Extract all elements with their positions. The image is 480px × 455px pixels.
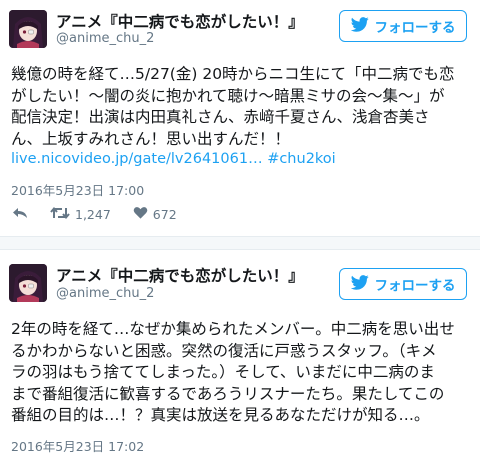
- like-count: 672: [152, 207, 177, 222]
- follow-label: フォローする: [374, 20, 456, 36]
- avatar[interactable]: [9, 10, 47, 48]
- tweet-text: 2年の時を経て…なぜか集められたメンバー。中二病を思い出せ るかわからないと困惑…: [11, 320, 455, 424]
- twitter-bird-icon: [350, 274, 369, 294]
- reply-icon: [12, 206, 28, 223]
- user-handle[interactable]: @anime_chu_2: [56, 286, 154, 301]
- user-handle[interactable]: @anime_chu_2: [56, 31, 154, 46]
- timestamp[interactable]: 2016年5月23日 17:02: [11, 436, 144, 455]
- timestamp[interactable]: 2016年5月23日 17:00: [11, 180, 144, 199]
- tweet-links: live.nicovideo.jp/gate/lv2641061… #chu2k…: [11, 151, 336, 167]
- retweet-button[interactable]: 1,247: [50, 206, 111, 223]
- tweet-link[interactable]: live.nicovideo.jp/gate/lv2641061…: [11, 151, 263, 167]
- like-icon: [133, 206, 148, 223]
- tweet-1: アニメ『中二病でも恋がしたい！』 @anime_chu_2 フォローする 幾億の…: [0, 0, 480, 236]
- like-button[interactable]: 672: [133, 206, 177, 223]
- follow-label: フォローする: [374, 278, 456, 294]
- tweet-separator: [0, 236, 480, 250]
- follow-button[interactable]: フォローする: [339, 268, 467, 300]
- display-name[interactable]: アニメ『中二病でも恋がしたい！』: [56, 264, 304, 286]
- reply-button[interactable]: [12, 206, 28, 223]
- twitter-bird-icon: [350, 16, 369, 36]
- retweet-count: 1,247: [75, 207, 111, 222]
- avatar[interactable]: [9, 264, 47, 302]
- display-name[interactable]: アニメ『中二病でも恋がしたい！』: [56, 10, 304, 32]
- follow-button[interactable]: フォローする: [339, 10, 467, 42]
- hashtag-link[interactable]: #chu2koi: [267, 151, 336, 167]
- retweet-icon: [50, 206, 70, 223]
- tweet-text: 幾億の時を経て…5/27(金) 20時からニコ生にて「中二病でも恋 がしたい！～…: [11, 65, 455, 148]
- tweet-2: アニメ『中二病でも恋がしたい！』 @anime_chu_2 フォローする 2年の…: [0, 250, 480, 455]
- tweet-actions: 1,247 672: [12, 206, 199, 223]
